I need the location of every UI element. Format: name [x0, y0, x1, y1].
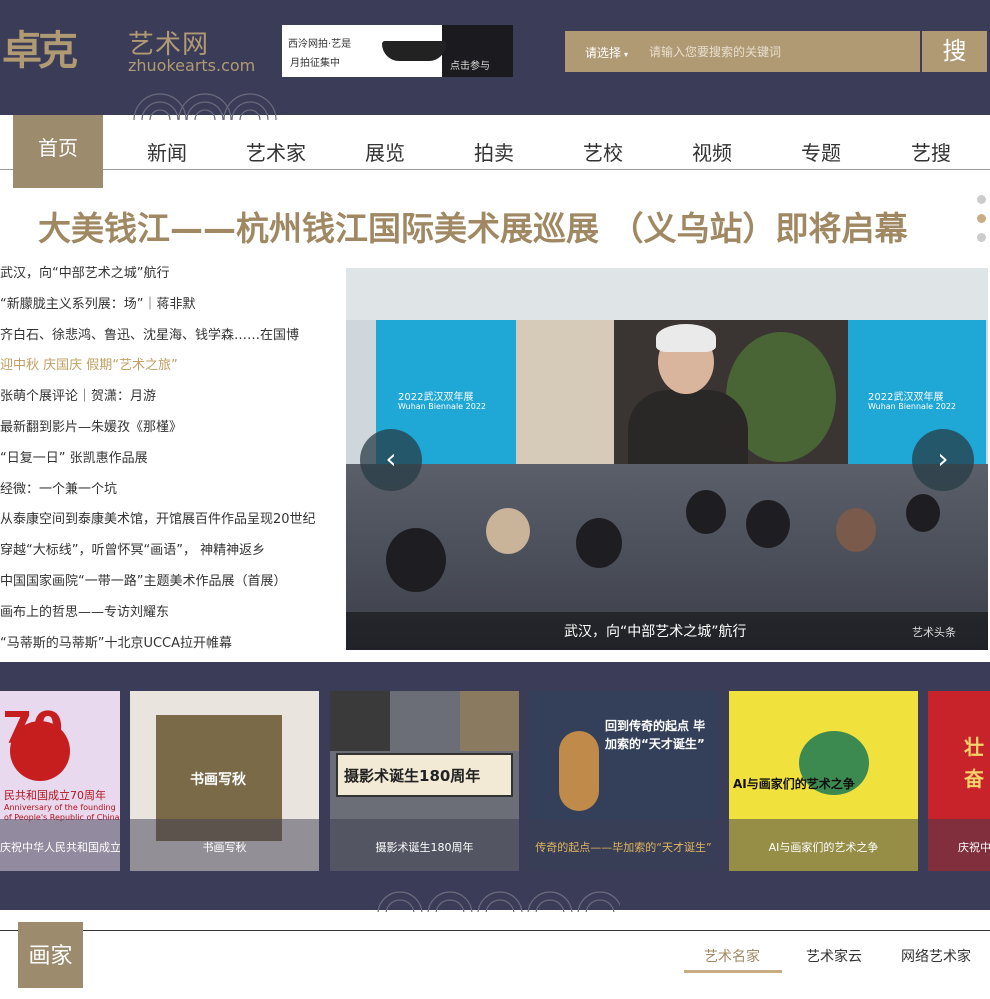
- bronze-vessel-icon: [382, 41, 446, 61]
- ad-banner[interactable]: 西泠网拍·艺是 月拍征集中 点击参与: [282, 25, 513, 77]
- section-title: 画家: [18, 922, 83, 988]
- audience-head: [386, 528, 446, 592]
- guitar-icon: [559, 731, 599, 811]
- pager-dot[interactable]: [977, 233, 986, 242]
- nav-item-artists[interactable]: 艺术家: [246, 137, 306, 166]
- slide-next-button[interactable]: ›: [912, 429, 974, 491]
- screen-title-right: 2022武汉双年展: [868, 392, 944, 403]
- ad-line2: 月拍征集中: [290, 58, 340, 69]
- slide-ceiling: [346, 268, 988, 320]
- search-bar: 请选择 ▾: [565, 31, 920, 72]
- logo-domain: zhuokearts.com: [128, 56, 256, 75]
- logo-mark: 卓克: [2, 27, 78, 74]
- card-caption: 庆祝中: [958, 841, 990, 854]
- list-item[interactable]: 穿越“大标线”，听曾怀冥“画语”， 神精神返乡: [0, 541, 330, 572]
- wave-pattern-icon: [133, 93, 277, 120]
- list-item[interactable]: “日复一日” 张凯惠作品展: [0, 449, 330, 480]
- nav-item-schools[interactable]: 艺校: [583, 137, 623, 166]
- audience-head: [486, 508, 530, 554]
- chevron-right-icon: ›: [937, 442, 949, 475]
- list-item[interactable]: 最新翻到影片—朱媛孜《那槿》: [0, 418, 330, 449]
- tab-famous-artists[interactable]: 艺术名家: [704, 946, 760, 966]
- card-caption: 书画写秋: [202, 841, 247, 854]
- chevron-down-icon: ▾: [624, 50, 629, 59]
- headline-pager: [977, 195, 986, 252]
- headline[interactable]: 大美钱江——杭州钱江国际美术展巡展 （义乌站）即将启幕: [38, 202, 908, 250]
- card-photo: [330, 691, 390, 751]
- slide-prev-button[interactable]: ‹: [360, 429, 422, 491]
- section-divider: [0, 930, 990, 931]
- screen-sub-left: Wuhan Biennale 2022: [398, 402, 487, 411]
- slide-caption: 武汉，向“中部艺术之城”航行: [564, 624, 747, 640]
- card-caption: 传奇的起点——毕加索的“天才诞生”: [535, 841, 712, 854]
- topic-card[interactable]: 回到传奇的起点 毕加索的“天才诞生” 传奇的起点——毕加索的“天才诞生”: [529, 691, 718, 871]
- nav-item-videos[interactable]: 视频: [692, 137, 732, 166]
- site-logo[interactable]: 卓克 艺术网 zhuokearts.com: [0, 16, 270, 80]
- search-button[interactable]: 搜: [922, 31, 987, 72]
- list-item[interactable]: “马蒂斯的马蒂斯”十北京UCCA拉开帷幕: [0, 634, 330, 665]
- tab-active-indicator: [684, 970, 782, 973]
- card-photo: [460, 691, 519, 751]
- card-caption: AI与画家们的艺术之争: [768, 841, 879, 854]
- tab-artist-cloud[interactable]: 艺术家云: [806, 946, 862, 966]
- pager-dot-active[interactable]: [977, 214, 986, 223]
- screen-title-left: 2022武汉双年展: [398, 392, 474, 403]
- card-big-text: 摄影术诞生180周年: [344, 767, 481, 785]
- card-big-text: 书画写秋: [190, 772, 246, 788]
- search-select-label: 请选择: [585, 46, 622, 60]
- ad-cta: 点击参与: [450, 61, 490, 72]
- pager-dot[interactable]: [977, 195, 986, 204]
- nav-item-home[interactable]: 首页: [13, 115, 103, 188]
- audience-head: [576, 518, 622, 568]
- wave-pattern-icon: [377, 891, 620, 912]
- audience-head: [746, 500, 790, 548]
- search-category-select[interactable]: 请选择 ▾: [585, 44, 628, 61]
- card-big-text: 壮 奋: [964, 735, 984, 791]
- list-item[interactable]: “新朦胧主义系列展：场”｜蒋非默: [0, 295, 330, 326]
- search-input[interactable]: [649, 41, 909, 63]
- card-big-text: AI与画家们的艺术之争: [733, 777, 855, 791]
- featured-slideshow[interactable]: 2022武汉双年展 Wuhan Biennale 2022 2022武汉双年展 …: [346, 268, 988, 650]
- card-sub-text: 民共和国成立70周年: [4, 789, 106, 802]
- list-item[interactable]: 从泰康空间到泰康美术馆，开馆展百件作品呈现20世纪: [0, 510, 330, 541]
- chevron-left-icon: ‹: [385, 442, 397, 475]
- nav-item-exhibitions[interactable]: 展览: [365, 137, 405, 166]
- topic-card[interactable]: 书画写秋 书画写秋: [130, 691, 319, 871]
- nav-item-topics[interactable]: 专题: [801, 137, 841, 166]
- list-item[interactable]: 迎中秋 庆国庆 假期“艺术之旅”: [0, 356, 330, 387]
- card-big-text: 回到传奇的起点 毕加索的“天才诞生”: [605, 719, 706, 751]
- audience-head: [686, 490, 726, 534]
- speaker-hair: [656, 324, 716, 352]
- slide-watermark: 艺术头条: [912, 626, 956, 639]
- news-list: 武汉，向“中部艺术之城”航行 “新朦胧主义系列展：场”｜蒋非默 齐白石、徐悲鸿、…: [0, 264, 330, 664]
- list-item[interactable]: 武汉，向“中部艺术之城”航行: [0, 264, 330, 295]
- list-item[interactable]: 齐白石、徐悲鸿、鲁迅、沈星海、钱学森……在国博: [0, 326, 330, 357]
- screen-sub-right: Wuhan Biennale 2022: [868, 402, 957, 411]
- main-nav: 新闻 艺术家 展览 拍卖 艺校 视频 专题 艺搜: [0, 115, 990, 170]
- list-item[interactable]: 画布上的哲思——专访刘耀东: [0, 603, 330, 634]
- ad-line1: 西泠网拍·艺是: [288, 39, 352, 50]
- card-big-text: 70: [2, 703, 64, 754]
- audience-head: [906, 494, 940, 532]
- topic-card[interactable]: 摄影术诞生180周年 摄影术诞生180周年: [330, 691, 519, 871]
- nav-item-auctions[interactable]: 拍卖: [474, 137, 514, 166]
- list-item[interactable]: 张萌个展评论｜贺潇：月游: [0, 387, 330, 418]
- list-item[interactable]: 中国国家画院“一带一路”主题美术作品展（首展）: [0, 572, 330, 603]
- list-item[interactable]: 经微：一个兼一个坑: [0, 480, 330, 511]
- topic-card[interactable]: 70 民共和国成立70周年 Anniversary of the foundin…: [0, 691, 120, 871]
- card-caption: 庆祝中华人民共和国成立70周年: [0, 841, 120, 854]
- nav-item-news[interactable]: 新闻: [147, 137, 187, 166]
- card-caption: 摄影术诞生180周年: [375, 841, 474, 854]
- nav-item-search[interactable]: 艺搜: [911, 137, 951, 166]
- topic-card[interactable]: 壮 奋 庆祝中: [928, 691, 990, 871]
- audience-head: [836, 508, 876, 552]
- tab-online-artists[interactable]: 网络艺术家: [901, 946, 971, 966]
- topic-card[interactable]: AI与画家们的艺术之争 AI与画家们的艺术之争: [729, 691, 918, 871]
